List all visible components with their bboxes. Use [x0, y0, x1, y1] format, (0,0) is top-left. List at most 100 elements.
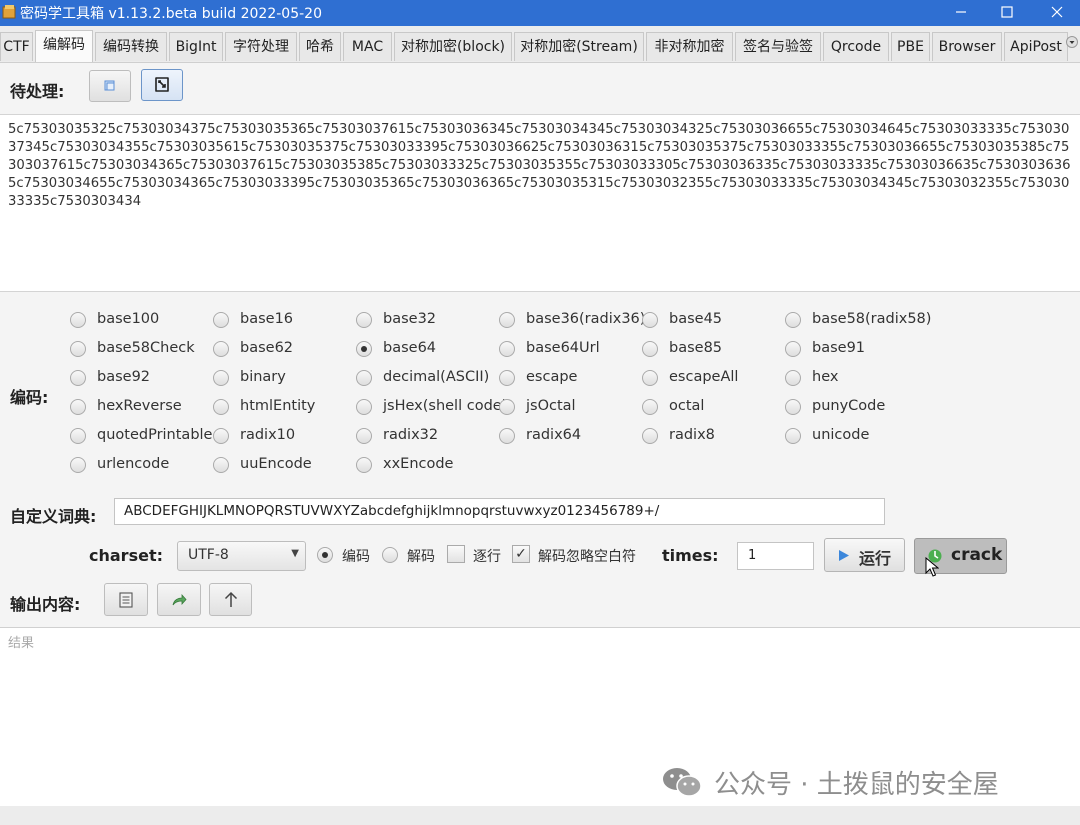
encoding-option-label: binary — [240, 369, 286, 385]
copy-output-button[interactable] — [104, 583, 148, 616]
encoding-option-label: radix8 — [669, 427, 715, 443]
encoding-option-label: base64Url — [526, 340, 600, 356]
radio-circle — [356, 457, 372, 473]
per-line-checkbox[interactable] — [447, 545, 465, 563]
status-bar — [0, 806, 1080, 825]
encoding-option-label: decimal(ASCII) — [383, 369, 490, 385]
charset-value: UTF-8 — [188, 547, 229, 563]
ignore-whitespace-checkbox[interactable]: ✓ — [512, 545, 530, 563]
encoding-option-label: jsOctal — [526, 398, 576, 414]
encoding-option-label: base85 — [669, 340, 723, 356]
radio-circle — [213, 457, 229, 473]
copy-icon — [104, 80, 115, 91]
encoding-option-label: radix10 — [240, 427, 296, 443]
dictionary-label: 自定义词典: — [10, 507, 97, 526]
radio-circle — [642, 399, 658, 415]
radio-circle — [70, 457, 86, 473]
charset-select[interactable]: UTF-8 ▼ — [177, 541, 306, 571]
app-icon — [2, 5, 16, 19]
radio-circle — [499, 399, 515, 415]
minimize-icon — [956, 11, 966, 13]
import-icon — [155, 77, 169, 92]
wechat-icon — [663, 768, 702, 797]
times-input[interactable]: 1 — [737, 542, 814, 570]
radio-circle — [642, 312, 658, 328]
tab-scroll-button[interactable] — [1066, 36, 1078, 50]
radio-circle — [70, 312, 86, 328]
encoding-option-label: escapeAll — [669, 369, 739, 385]
radio-circle — [785, 341, 801, 357]
radio-circle — [70, 399, 86, 415]
radio-circle — [70, 370, 86, 386]
encoding-option-label: uuEncode — [240, 456, 312, 472]
tab-codec[interactable]: 编解码 — [35, 30, 93, 62]
run-button[interactable]: 运行 — [824, 538, 905, 572]
encoding-option-label: base36(radix36) — [526, 311, 646, 327]
tab-bigint[interactable]: BigInt — [169, 32, 223, 61]
tab-qrcode[interactable]: Qrcode — [823, 32, 889, 61]
dictionary-input[interactable]: ABCDEFGHIJKLMNOPQRSTUVWXYZabcdefghijklmn… — [114, 498, 885, 525]
radio-circle — [356, 399, 372, 415]
mouse-cursor-icon — [925, 557, 939, 577]
tab-symmetric-stream[interactable]: 对称加密(Stream) — [514, 32, 644, 61]
radio-circle — [70, 428, 86, 444]
maximize-button[interactable] — [984, 0, 1030, 26]
encoding-option-label: base64 — [383, 340, 437, 356]
encoding-option-label: radix32 — [383, 427, 439, 443]
radio-circle — [213, 341, 229, 357]
play-icon — [839, 550, 849, 561]
tab-string-process[interactable]: 字符处理 — [225, 32, 297, 61]
radio-circle — [642, 370, 658, 386]
tab-encoding-convert[interactable]: 编码转换 — [95, 32, 167, 61]
tab-asymmetric[interactable]: 非对称加密 — [646, 32, 733, 61]
radio-circle — [499, 312, 515, 328]
encoding-option-label: hex — [812, 369, 839, 385]
tab-symmetric-block[interactable]: 对称加密(block) — [394, 32, 512, 61]
output-placeholder: 结果 — [8, 636, 35, 651]
tab-pbe[interactable]: PBE — [891, 32, 930, 61]
tab-ctf[interactable]: CTF — [0, 32, 33, 61]
radio-circle — [499, 428, 515, 444]
minimize-button[interactable] — [938, 0, 984, 26]
input-label: 待处理: — [10, 82, 65, 101]
encoding-option-label: base32 — [383, 311, 437, 327]
per-line-label: 逐行 — [473, 549, 501, 565]
input-textarea[interactable]: 5c75303035325c75303034375c75303035365c75… — [0, 114, 1080, 292]
radio-circle — [785, 370, 801, 386]
radio-circle — [356, 341, 372, 357]
encoding-option-label: base58(radix58) — [812, 311, 932, 327]
maximize-icon — [1001, 6, 1013, 18]
copy-input-button[interactable] — [89, 70, 131, 102]
tab-apipost[interactable]: ApiPost — [1004, 32, 1068, 61]
encoding-option-label: base16 — [240, 311, 294, 327]
share-output-button[interactable] — [157, 583, 201, 616]
tab-browser[interactable]: Browser — [932, 32, 1002, 61]
encoding-option-label: hexReverse — [97, 398, 182, 414]
output-label: 输出内容: — [10, 595, 81, 614]
encode-mode-label: 编码 — [342, 549, 370, 565]
encoding-option-label: htmlEntity — [240, 398, 316, 414]
radio-circle — [785, 428, 801, 444]
radio-circle — [499, 370, 515, 386]
encoding-option-label: radix64 — [526, 427, 582, 443]
move-up-button[interactable] — [209, 583, 252, 616]
watermark-text: 公众号 · 土拨鼠的安全屋 — [714, 770, 999, 800]
share-icon — [172, 593, 187, 605]
title-bar: 密码学工具箱 v1.13.2.beta build 2022-05-20 — [0, 0, 1080, 26]
encoding-option-label: jsHex(shell code) — [383, 398, 508, 414]
chevron-down-icon: ▼ — [291, 548, 299, 559]
close-button[interactable] — [1034, 0, 1080, 26]
radio-circle — [70, 341, 86, 357]
tab-mac[interactable]: MAC — [343, 32, 392, 61]
radio-circle — [213, 312, 229, 328]
encoding-option-label: base91 — [812, 340, 866, 356]
import-button[interactable] — [141, 69, 183, 101]
decode-mode-label: 解码 — [407, 549, 435, 565]
tab-sign-verify[interactable]: 签名与验签 — [735, 32, 821, 61]
encoding-label: 编码: — [10, 388, 49, 407]
ignore-whitespace-label: 解码忽略空白符 — [538, 549, 636, 565]
encoding-option-label: base100 — [97, 311, 160, 327]
charset-label: charset: — [89, 546, 163, 565]
tab-hash[interactable]: 哈希 — [299, 32, 341, 61]
encoding-option-label: xxEncode — [383, 456, 454, 472]
